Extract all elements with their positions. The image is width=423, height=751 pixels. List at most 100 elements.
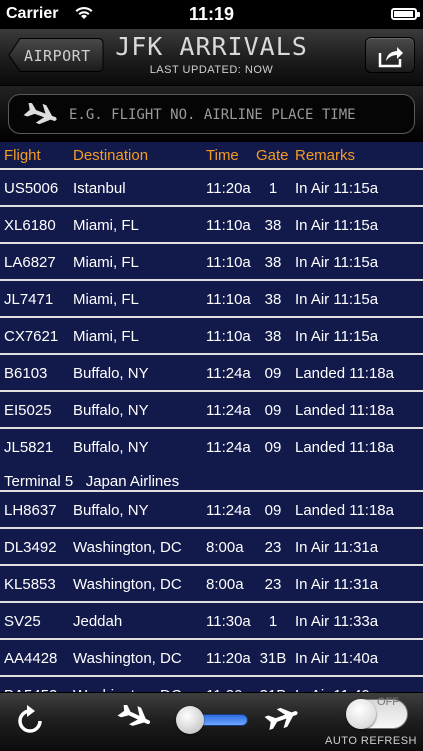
table-row[interactable]: LH8637 Buffalo, NY 11:24a 09 Landed 11:18a: [0, 490, 423, 527]
table-row[interactable]: US5006 Istanbul 11:20a 1 In Air 11:15a: [0, 168, 423, 205]
time-cell: 11:10a: [206, 254, 251, 271]
flight-cell: XL6180: [4, 217, 56, 234]
toggle-thumb[interactable]: [346, 699, 376, 729]
search-bar: [0, 86, 423, 142]
destination-cell: Istanbul: [73, 180, 126, 197]
search-field[interactable]: [8, 94, 415, 134]
remarks-cell: In Air 11:15a: [295, 217, 379, 234]
gate-cell: 38: [264, 254, 282, 271]
remarks-cell: In Air 11:15a: [295, 180, 379, 197]
time-cell: 11:30a: [206, 613, 251, 630]
flight-cell: LA6827: [4, 254, 56, 271]
time-cell: 8:00a: [206, 539, 244, 556]
destination-cell: Buffalo, NY: [73, 365, 149, 382]
flight-detail: Terminal 5 Japan Airlines: [4, 473, 180, 490]
flight-cell: JL5821: [4, 439, 54, 456]
destination-cell: Miami, FL: [73, 217, 139, 234]
header-remarks: Remarks: [295, 147, 356, 164]
table-row[interactable]: DL3492 Washington, DC 8:00a 23 In Air 11:31a: [0, 527, 423, 564]
table-row[interactable]: EI5025 Buffalo, NY 11:24a 09 Landed 11:18a: [0, 390, 423, 427]
table-row[interactable]: BA5452Washington, DC11:20a31BIn Air 11:4…: [0, 675, 423, 692]
destination-cell: Washington, DC: [73, 650, 182, 667]
table-row[interactable]: B6103 Buffalo, NY 11:24a 09 Landed 11:18a: [0, 353, 423, 390]
gate-cell: 09: [264, 439, 282, 456]
gate-cell: 38: [264, 217, 282, 234]
gate-cell: 1: [268, 180, 278, 197]
table-row[interactable]: JL5821 Buffalo, NY 11:24a 09 Landed 11:18a Te…: [0, 427, 423, 490]
flight-cell: US5006: [4, 180, 59, 197]
page-title: JFK ARRIVALS: [115, 32, 308, 61]
remarks-cell: In Air 11:15a: [295, 254, 379, 271]
refresh-icon: [18, 705, 42, 733]
header-flight: Flight: [4, 147, 41, 164]
destination-cell: Washington, DC: [73, 539, 182, 556]
remarks-cell: In Air 11:15a: [295, 328, 379, 345]
auto-refresh-label: AUTO REFRESH: [325, 735, 417, 747]
toggle-state-label: OFF: [377, 696, 399, 708]
gate-cell: 09: [264, 365, 282, 382]
departures-icon[interactable]: [117, 702, 157, 736]
remarks-cell: Landed 11:18a: [295, 439, 394, 456]
clock: 11:19: [188, 4, 235, 24]
table-row[interactable]: LA6827 Miami, FL 11:10a 38 In Air 11:15a: [0, 242, 423, 279]
bottom-toolbar: OFF AUTO REFRESH: [0, 692, 423, 751]
remarks-cell: Landed 11:18a: [295, 502, 394, 519]
flight-cell: LH8637: [4, 502, 57, 519]
refresh-button[interactable]: [14, 705, 46, 737]
remarks-cell: Landed 11:18a: [295, 402, 394, 419]
table-row[interactable]: JL7471 Miami, FL 11:10a 38 In Air 11:15a: [0, 279, 423, 316]
header-destination: Destination: [73, 147, 149, 164]
arrivals-icon[interactable]: [262, 705, 304, 736]
flight-cell: JL7471: [4, 291, 54, 308]
flight-cell: B6103: [4, 365, 48, 382]
table-row[interactable]: XL6180 Miami, FL 11:10a 38 In Air 11:15a: [0, 205, 423, 242]
search-input[interactable]: [67, 101, 411, 129]
share-icon: [378, 47, 403, 68]
arrivals-departures-slider[interactable]: [176, 705, 248, 735]
flight-cell: CX7621: [4, 328, 59, 345]
time-cell: 11:24a: [206, 365, 251, 382]
navigation-bar: AIRPORT JFK ARRIVALS LAST UPDATED: NOW: [0, 29, 423, 86]
destination-cell: Miami, FL: [73, 291, 139, 308]
remarks-cell: In Air 11:31a: [295, 539, 379, 556]
table-header: Flight Destination Time Gate Remarks: [0, 142, 423, 168]
destination-cell: Buffalo, NY: [73, 402, 149, 419]
remarks-cell: In Air 11:33a: [295, 613, 379, 630]
gate-cell: 23: [264, 539, 282, 556]
destination-cell: Miami, FL: [73, 328, 139, 345]
destination-cell: Washington, DC: [73, 576, 182, 593]
gate-cell: 09: [264, 502, 282, 519]
time-cell: 11:20a: [206, 650, 251, 667]
last-updated-label: LAST UPDATED: NOW: [149, 64, 274, 76]
table-row[interactable]: AA4428 Washington, DC 11:20a 31B In Air 11:4…: [0, 638, 423, 675]
table-row[interactable]: CX7621 Miami, FL 11:10a 38 In Air 11:15a: [0, 316, 423, 353]
gate-cell: 38: [264, 291, 282, 308]
remarks-cell: Landed 11:18a: [295, 365, 394, 382]
header-gate: Gate: [256, 147, 289, 164]
flight-cell: SV25: [4, 613, 41, 630]
arrivals-table: Flight Destination Time Gate Remarks US5…: [0, 142, 423, 692]
slider-thumb[interactable]: [176, 706, 204, 734]
header-time: Time: [206, 147, 239, 164]
time-cell: 11:20a: [206, 180, 251, 197]
destination-cell: Jeddah: [73, 613, 123, 630]
table-row[interactable]: SV25 Jeddah 11:30a 1 In Air 11:33a: [0, 601, 423, 638]
time-cell: 11:24a: [206, 502, 251, 519]
destination-cell: Miami, FL: [73, 254, 139, 271]
gate-cell: 38: [264, 328, 282, 345]
time-cell: 11:10a: [206, 328, 251, 345]
table-row[interactable]: KL5853 Washington, DC 8:00a 23 In Air 11:31a: [0, 564, 423, 601]
remarks-cell: In Air 11:15a: [295, 291, 379, 308]
flight-cell: DL3492: [4, 539, 57, 556]
auto-refresh-toggle[interactable]: OFF: [346, 696, 408, 729]
destination-cell: Buffalo, NY: [73, 502, 149, 519]
flight-cell: EI5025: [4, 402, 52, 419]
share-button[interactable]: [365, 37, 415, 73]
time-cell: 8:00a: [206, 576, 244, 593]
status-bar: Carrier 11:19: [0, 0, 423, 29]
flight-cell: AA4428: [4, 650, 58, 667]
battery-level: [394, 11, 413, 17]
remarks-cell: In Air 11:31a: [295, 576, 379, 593]
time-cell: 11:24a: [206, 402, 251, 419]
destination-cell: Buffalo, NY: [73, 439, 149, 456]
